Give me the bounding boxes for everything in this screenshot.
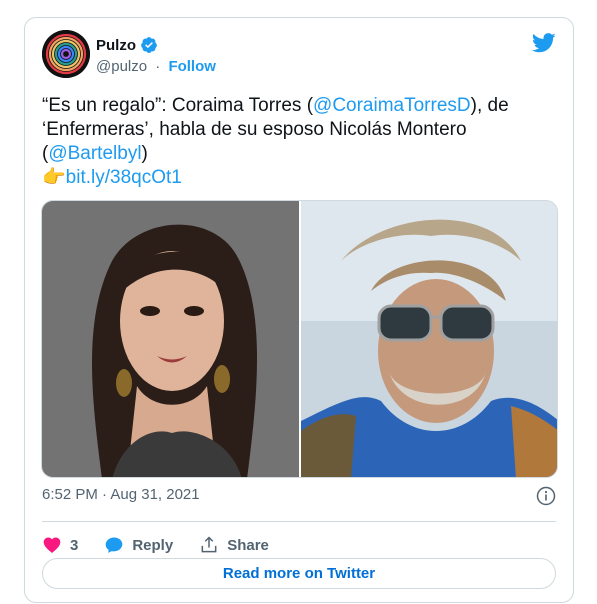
heart-icon — [43, 537, 61, 553]
tweet-text: “Es un regalo”: Coraima Torres (@Coraima… — [42, 94, 557, 190]
info-icon[interactable] — [536, 486, 556, 506]
author-handle[interactable]: @pulzo — [96, 58, 147, 75]
tweet-text-part: ‘Enfermeras’, habla de su esposo Nicolás… — [42, 119, 467, 140]
tweet-text-part: ) — [141, 143, 148, 164]
tweet-text-part: ), de — [470, 95, 509, 116]
mention-bartelbyl-link[interactable]: @Bartelbyl — [48, 143, 141, 164]
follow-button[interactable]: Follow — [168, 58, 216, 75]
reply-label: Reply — [132, 536, 174, 554]
photo-coraima-torres[interactable] — [42, 201, 299, 477]
read-more-on-twitter-button[interactable]: Read more on Twitter — [42, 558, 556, 589]
man-portrait-image — [301, 201, 557, 477]
handle-separator: · — [155, 58, 161, 75]
author-name[interactable]: Pulzo — [96, 37, 136, 54]
share-icon — [201, 536, 217, 553]
reply-bubble-icon — [106, 537, 123, 553]
share-label: Share — [227, 536, 269, 554]
tweet-timestamp[interactable]: 6:52 PM · Aug 31, 2021 — [42, 486, 200, 503]
woman-portrait-image — [42, 201, 299, 477]
tweet-url-link[interactable]: bit.ly/38qcOt1 — [66, 167, 182, 188]
verified-badge-icon — [141, 37, 157, 53]
pointing-hand-icon: 👉 — [42, 167, 66, 188]
tweet-card: Pulzo @pulzo · Follow “Es un regalo”: Co… — [24, 17, 574, 603]
photo-nicolas-montero[interactable] — [301, 201, 557, 477]
tweet-media[interactable] — [41, 200, 558, 478]
divider-line — [42, 521, 556, 522]
author-name-row: Pulzo — [96, 36, 158, 54]
pulzo-avatar[interactable] — [42, 30, 90, 78]
twitter-bird-icon[interactable] — [532, 33, 556, 53]
like-count: 3 — [70, 536, 79, 554]
tweet-text-part: “Es un regalo”: Coraima Torres ( — [42, 95, 314, 116]
author-handle-row: @pulzo · Follow — [96, 58, 216, 75]
like-button[interactable]: 3 — [42, 535, 78, 555]
pulzo-logo-icon — [42, 30, 90, 78]
mention-coraima-link[interactable]: @CoraimaTorresD — [313, 95, 471, 116]
reply-button[interactable]: Reply — [104, 535, 173, 555]
share-button[interactable]: Share — [199, 535, 269, 555]
